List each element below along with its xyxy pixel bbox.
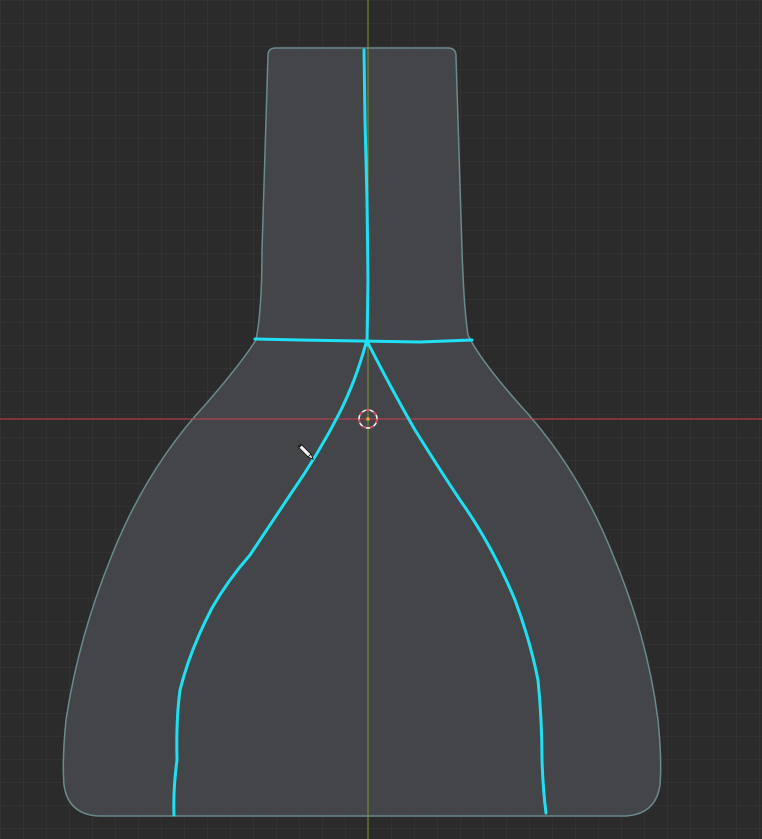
viewport-canvas[interactable] bbox=[0, 0, 762, 839]
viewport[interactable] bbox=[0, 0, 762, 839]
